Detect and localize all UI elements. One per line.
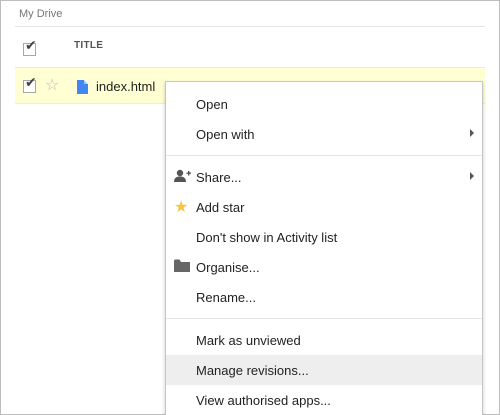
checkmark-icon: ✔ — [25, 38, 37, 54]
menu-separator — [166, 155, 482, 156]
document-icon — [77, 80, 88, 94]
breadcrumb[interactable]: My Drive — [19, 8, 62, 20]
submenu-arrow-icon — [470, 129, 474, 137]
menu-item-rename[interactable]: Rename... — [166, 282, 482, 312]
context-menu: Open Open with Share... ★ Add star Don't… — [165, 81, 483, 415]
menu-item-organise[interactable]: Organise... — [166, 252, 482, 282]
menu-item-open[interactable]: Open — [166, 89, 482, 119]
title-column-header[interactable]: TITLE — [74, 40, 103, 51]
list-header: ✔ TITLE — [15, 27, 485, 65]
menu-separator — [166, 318, 482, 319]
menu-item-open-with[interactable]: Open with — [166, 119, 482, 149]
row-checkbox[interactable]: ✔ — [23, 76, 37, 93]
star-outline-icon[interactable]: ☆ — [45, 77, 59, 93]
star-icon: ★ — [174, 197, 189, 216]
select-all-checkbox[interactable]: ✔ — [23, 39, 37, 56]
menu-item-manage-revisions[interactable]: Manage revisions... — [166, 355, 482, 385]
folder-icon — [174, 259, 190, 272]
menu-item-view-authorised-apps[interactable]: View authorised apps... — [166, 385, 482, 415]
menu-item-dont-show-activity[interactable]: Don't show in Activity list — [166, 222, 482, 252]
drive-window: My Drive ✔ TITLE ✔ ☆ index.html Open Ope… — [0, 0, 500, 415]
add-person-icon — [174, 169, 191, 182]
menu-item-add-star[interactable]: ★ Add star — [166, 192, 482, 222]
menu-item-mark-unviewed[interactable]: Mark as unviewed — [166, 325, 482, 355]
checkmark-icon: ✔ — [25, 75, 37, 91]
file-name[interactable]: index.html — [96, 79, 155, 94]
submenu-arrow-icon — [470, 172, 474, 180]
menu-item-share[interactable]: Share... — [166, 162, 482, 192]
